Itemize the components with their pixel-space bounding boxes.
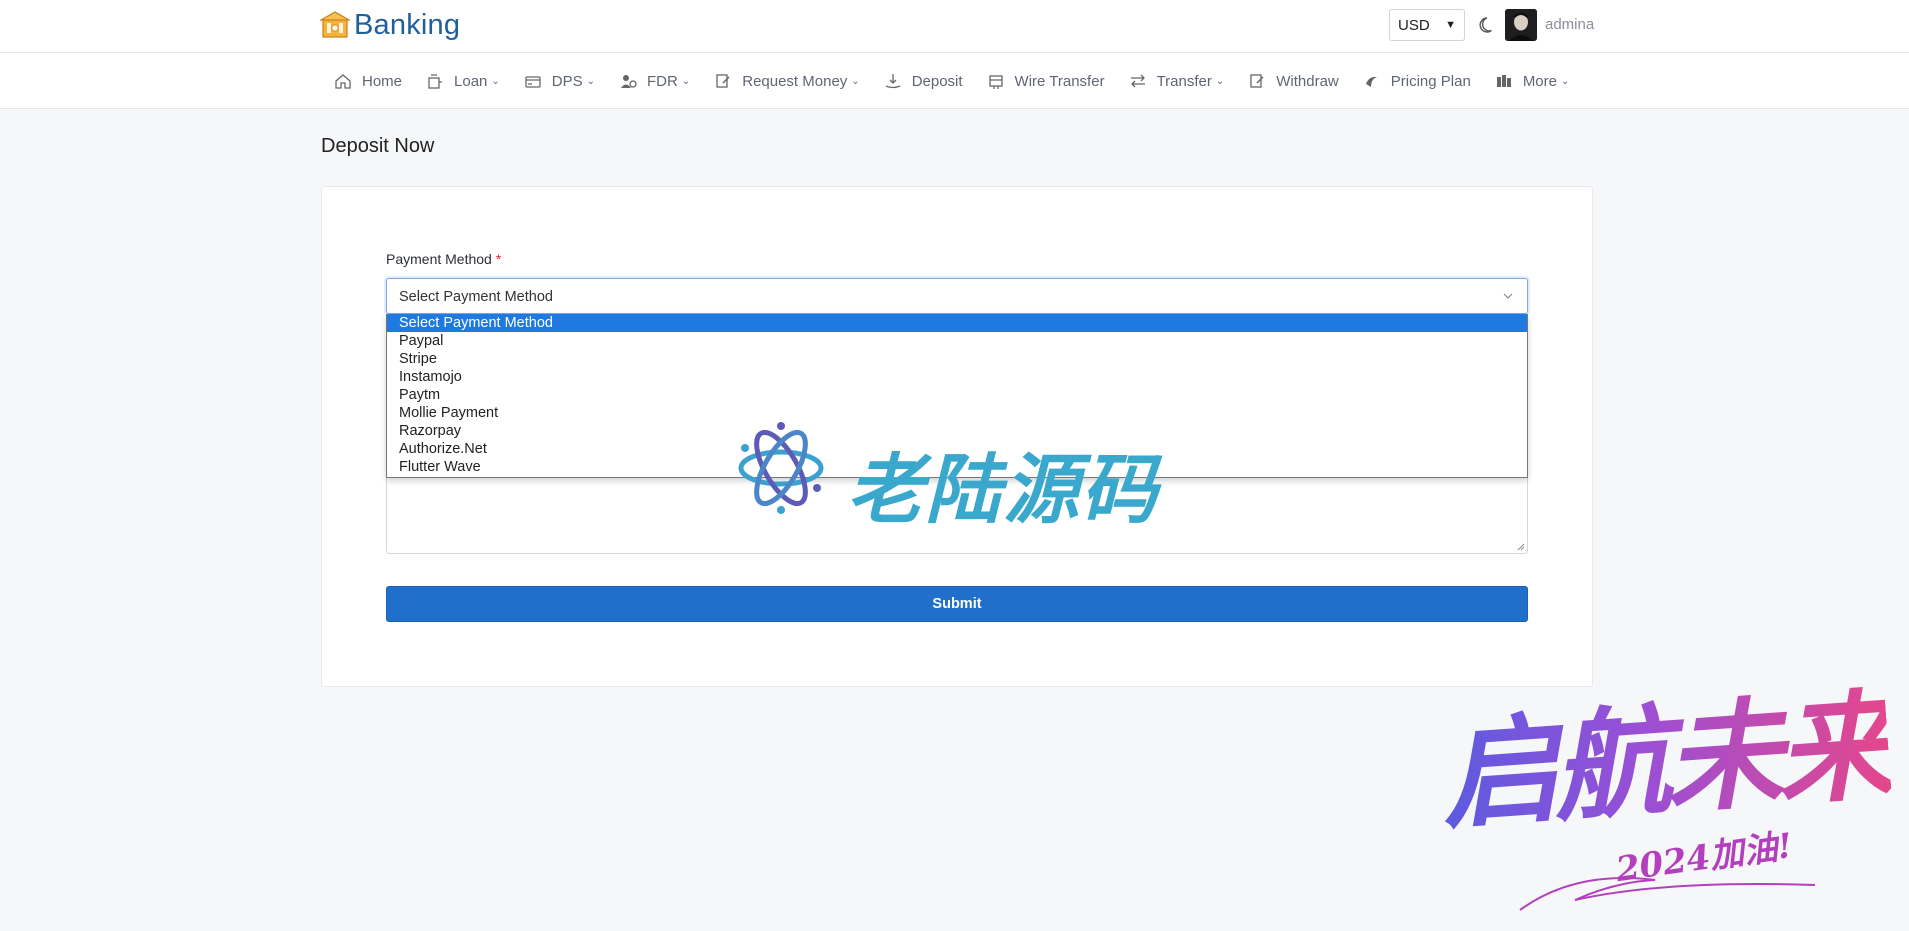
nav-item-more[interactable]: More ⌄ — [1495, 53, 1570, 109]
nav-item-label: Home — [362, 72, 403, 90]
nav-item-label: Pricing Plan — [1390, 72, 1471, 90]
brand-logo-link[interactable]: Banking — [320, 8, 460, 42]
nav-item-pricing-plan[interactable]: Pricing Plan — [1363, 53, 1471, 109]
nav-item-home[interactable]: Home — [334, 53, 402, 109]
chevron-down-icon — [1503, 293, 1513, 299]
loan-icon — [428, 74, 443, 89]
corner-watermark-subtext: 2024加油! — [1613, 825, 1795, 891]
payment-option[interactable]: Paypal — [387, 332, 1527, 350]
nav-item-transfer[interactable]: Transfer ⌄ — [1129, 53, 1225, 109]
payment-option[interactable]: Authorize.Net — [387, 440, 1527, 458]
payment-option[interactable]: Paytm — [387, 386, 1527, 404]
payment-method-options: Select Payment Method Paypal Stripe Instamo… — [386, 314, 1528, 478]
transfer-icon — [1130, 74, 1145, 88]
nav-item-label: Wire Transfer — [1014, 72, 1105, 90]
resize-handle-icon[interactable] — [1515, 541, 1525, 551]
payment-option[interactable]: Stripe — [387, 350, 1527, 368]
corner-watermark: 启航未来 2024加油! — [1420, 665, 1893, 925]
chevron-down-icon: ⌄ — [586, 75, 596, 87]
user-avatar-icon — [1505, 9, 1537, 41]
nav-item-request-money[interactable]: Request Money ⌄ — [714, 53, 860, 109]
top-header: Banking USD ▼ admina — [0, 0, 1909, 53]
payment-method-label-text: Payment Method — [386, 251, 492, 267]
withdraw-icon — [1250, 74, 1264, 88]
chevron-down-icon: ⌄ — [851, 75, 860, 87]
swoosh-decoration-icon — [1519, 877, 1816, 911]
payment-method-selected-value: Select Payment Method — [399, 289, 553, 305]
more-icon — [1496, 75, 1511, 87]
dark-mode-toggle-icon[interactable] — [1478, 15, 1498, 35]
nav-item-label: Transfer — [1156, 72, 1212, 90]
chevron-down-icon: ⌄ — [1215, 75, 1225, 87]
nav-item-dps[interactable]: DPS ⌄ — [524, 53, 595, 109]
chevron-down-icon: ⌄ — [1561, 75, 1570, 87]
nav-item-label: Deposit — [911, 72, 963, 90]
chevron-down-icon: ⌄ — [491, 75, 500, 87]
nav-item-loan[interactable]: Loan ⌄ — [426, 53, 500, 109]
request-money-icon — [716, 74, 730, 88]
wire-transfer-icon — [988, 75, 1003, 89]
payment-option[interactable]: Select Payment Method — [387, 314, 1527, 332]
nav-item-label: FDR — [647, 72, 678, 90]
nav-item-label: Loan — [454, 72, 488, 90]
nav-item-wire-transfer[interactable]: Wire Transfer — [987, 53, 1105, 109]
page-title: Deposit Now — [321, 135, 435, 157]
payment-method-select[interactable]: Select Payment Method — [386, 278, 1528, 314]
chevron-down-icon: ⌄ — [681, 75, 691, 87]
avatar[interactable] — [1505, 9, 1537, 41]
brand-name: Banking — [354, 8, 461, 41]
currency-select[interactable]: USD ▼ — [1389, 9, 1465, 41]
nav-item-label: DPS — [551, 72, 583, 90]
payment-option[interactable]: Flutter Wave — [387, 458, 1527, 476]
payment-option[interactable]: Instamojo — [387, 368, 1527, 386]
pricing-plan-icon — [1365, 76, 1377, 87]
deposit-icon — [885, 74, 900, 89]
currency-value: USD — [1398, 16, 1430, 34]
main-navbar: Home Loan ⌄ DPS ⌄ FDR ⌄ Request Money ⌄ Deposit Wi… — [0, 53, 1909, 109]
nav-list: Home Loan ⌄ DPS ⌄ FDR ⌄ Request Money ⌄ Deposit Wi… — [334, 53, 1593, 109]
nav-item-label: More — [1522, 72, 1557, 90]
nav-item-deposit[interactable]: Deposit — [884, 53, 963, 109]
username[interactable]: admina — [1545, 16, 1594, 33]
fdr-icon — [621, 75, 637, 88]
home-icon — [335, 74, 351, 89]
bank-logo-icon — [320, 11, 350, 38]
chevron-down-icon: ▼ — [1445, 19, 1456, 31]
nav-item-withdraw[interactable]: Withdraw — [1248, 53, 1339, 109]
payment-option[interactable]: Mollie Payment — [387, 404, 1527, 422]
required-mark: * — [495, 251, 502, 267]
dps-icon — [525, 76, 541, 88]
submit-button[interactable]: Submit — [386, 586, 1528, 622]
payment-method-label: Payment Method * — [386, 251, 501, 267]
nav-item-label: Withdraw — [1276, 72, 1339, 90]
payment-option[interactable]: Razorpay — [387, 422, 1527, 440]
nav-item-label: Request Money — [742, 72, 848, 90]
nav-item-fdr[interactable]: FDR ⌄ — [619, 53, 690, 109]
